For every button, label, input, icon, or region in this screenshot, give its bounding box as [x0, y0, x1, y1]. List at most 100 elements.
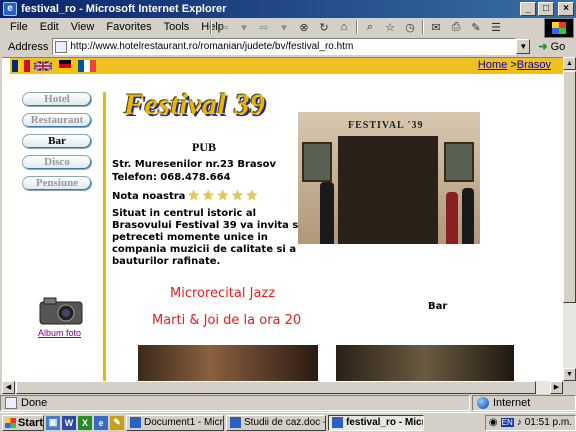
- internet-globe-icon: [477, 397, 489, 409]
- go-label: Go: [550, 40, 566, 53]
- discuss-icon[interactable]: ☰: [488, 20, 504, 34]
- nav-bar-button[interactable]: Bar: [22, 134, 92, 149]
- photo-person: [462, 188, 474, 244]
- event-schedule: Marti & Joi de la ora 20: [152, 313, 302, 328]
- close-button[interactable]: ×: [558, 2, 574, 16]
- menu-view[interactable]: View: [65, 21, 101, 33]
- breadcrumb-home-link[interactable]: Home: [478, 59, 507, 71]
- stop-icon[interactable]: ⊗: [296, 20, 312, 34]
- maximize-button[interactable]: □: [538, 2, 554, 16]
- quicklaunch-word-icon[interactable]: W: [62, 415, 76, 430]
- forward-dropdown-icon[interactable]: ▾: [276, 20, 292, 34]
- start-label: Start: [17, 416, 43, 429]
- address-bar: Address ▼ ➜ Go: [0, 37, 576, 56]
- taskbar: Start ▣ W X e ✎ Document1 - Microsoft ..…: [0, 412, 576, 432]
- minimize-button[interactable]: _: [520, 2, 536, 16]
- quicklaunch-ie-icon[interactable]: e: [94, 415, 108, 430]
- word-document-icon: [130, 417, 141, 428]
- favorites-icon[interactable]: ☆: [382, 20, 398, 34]
- print-icon[interactable]: ⎙: [448, 20, 464, 34]
- photo-person: [446, 192, 458, 244]
- address-input[interactable]: [70, 41, 501, 52]
- photo-window: [444, 142, 474, 182]
- flag-france-icon[interactable]: [78, 60, 96, 72]
- menu-edit[interactable]: Edit: [34, 21, 65, 33]
- scroll-left-icon[interactable]: ◀: [2, 381, 15, 394]
- nav-pensiune-button[interactable]: Pensiune: [22, 176, 92, 191]
- star-icon: ★: [201, 188, 215, 204]
- page-done-icon: [5, 397, 17, 409]
- status-bar: Done Internet: [0, 394, 576, 412]
- clock[interactable]: 01:51 p.m.: [525, 417, 572, 428]
- go-button[interactable]: ➜ Go: [538, 40, 566, 54]
- refresh-icon[interactable]: ↻: [316, 20, 332, 34]
- back-icon[interactable]: ⇦: [216, 20, 232, 34]
- search-icon[interactable]: ⌕: [362, 20, 378, 34]
- scroll-thumb[interactable]: [563, 71, 576, 303]
- page-viewport[interactable]: Home >Brasov Hotel Restaurant Bar Disco …: [2, 57, 563, 393]
- zone-text: Internet: [493, 397, 531, 409]
- scroll-thumb-horizontal[interactable]: [16, 381, 536, 394]
- word-document-icon: [230, 417, 241, 428]
- scroll-right-icon[interactable]: ▶: [550, 381, 563, 394]
- status-text: Done: [21, 397, 48, 409]
- horizontal-scrollbar[interactable]: ◀ ▶: [2, 381, 563, 394]
- event-title: Microrecital Jazz: [170, 286, 276, 301]
- flag-germany-icon[interactable]: [56, 60, 74, 72]
- address-field[interactable]: [52, 38, 517, 55]
- task-festival-ro[interactable]: festival_ro - Micros...: [328, 414, 424, 431]
- forward-icon[interactable]: ⇨: [256, 20, 272, 34]
- flag-romania-icon[interactable]: [12, 60, 30, 72]
- breadcrumb-separator: >: [507, 59, 517, 71]
- home-icon[interactable]: ⌂: [336, 20, 352, 34]
- bar-caption: Bar: [428, 301, 448, 312]
- ie-page-icon: [332, 417, 343, 428]
- edit-icon[interactable]: ✎: [468, 20, 484, 34]
- venue-phone: Telefon: 068.478.664: [112, 172, 231, 183]
- nav-restaurant-button[interactable]: Restaurant: [22, 113, 92, 128]
- nav-hotel-button[interactable]: Hotel: [22, 92, 92, 107]
- toolbar-separator: [356, 20, 358, 34]
- quicklaunch-paint-icon[interactable]: ✎: [110, 415, 124, 430]
- task-label: Studii de caz.doc - Micr...: [244, 417, 326, 428]
- vertical-scrollbar[interactable]: ▲ ▼: [563, 57, 576, 381]
- flag-uk-icon[interactable]: [34, 60, 52, 72]
- menu-favorites[interactable]: Favorites: [100, 21, 157, 33]
- address-dropdown-icon[interactable]: ▼: [516, 39, 531, 54]
- mail-icon[interactable]: ✉: [428, 20, 444, 34]
- window-controls: _ □ ×: [520, 2, 574, 16]
- camera-icon[interactable]: [38, 294, 84, 326]
- album-foto-link[interactable]: Album foto: [38, 328, 81, 338]
- title-bar: e festival_ro - Microsoft Internet Explo…: [0, 0, 576, 18]
- page-icon: [55, 40, 68, 53]
- history-icon[interactable]: ◷: [402, 20, 418, 34]
- nav-disco-button[interactable]: Disco: [22, 155, 92, 170]
- photo-facade: [338, 136, 438, 244]
- venue-contact: Str. Muresenilor nr.23 Brasov Telefon: 0…: [112, 158, 276, 184]
- start-button[interactable]: Start: [2, 414, 44, 431]
- scroll-down-icon[interactable]: ▼: [563, 368, 576, 381]
- venue-description: Situat in centrul istoric al Brasovului …: [112, 208, 306, 267]
- back-dropdown-icon[interactable]: ▾: [236, 20, 252, 34]
- window-title: festival_ro - Microsoft Internet Explore…: [21, 3, 227, 15]
- go-arrow-icon: ➜: [538, 41, 548, 53]
- task-studii-de-caz[interactable]: Studii de caz.doc - Micr...: [226, 414, 326, 431]
- header-strip: Home >Brasov: [10, 58, 563, 74]
- venue-address: Str. Muresenilor nr.23 Brasov: [112, 159, 277, 170]
- quicklaunch-desktop-icon[interactable]: ▣: [46, 415, 60, 430]
- quicklaunch-excel-icon[interactable]: X: [78, 415, 92, 430]
- scroll-up-icon[interactable]: ▲: [563, 57, 576, 70]
- star-icon: ★: [231, 188, 244, 204]
- menu-file[interactable]: File: [4, 21, 34, 33]
- task-label: festival_ro - Micros...: [346, 417, 424, 428]
- tray-app-icon[interactable]: ◉: [489, 417, 498, 428]
- task-document1[interactable]: Document1 - Microsoft ...: [126, 414, 224, 431]
- task-label: Document1 - Microsoft ...: [144, 417, 223, 428]
- ie-app-icon[interactable]: e: [3, 2, 17, 16]
- language-indicator[interactable]: EN: [500, 418, 514, 427]
- volume-icon[interactable]: ♪: [517, 417, 522, 428]
- breadcrumb-brasov-link[interactable]: Brasov: [517, 59, 551, 71]
- star-icon: ★: [216, 188, 230, 204]
- menu-tools[interactable]: Tools: [158, 21, 196, 33]
- address-label: Address: [8, 40, 49, 53]
